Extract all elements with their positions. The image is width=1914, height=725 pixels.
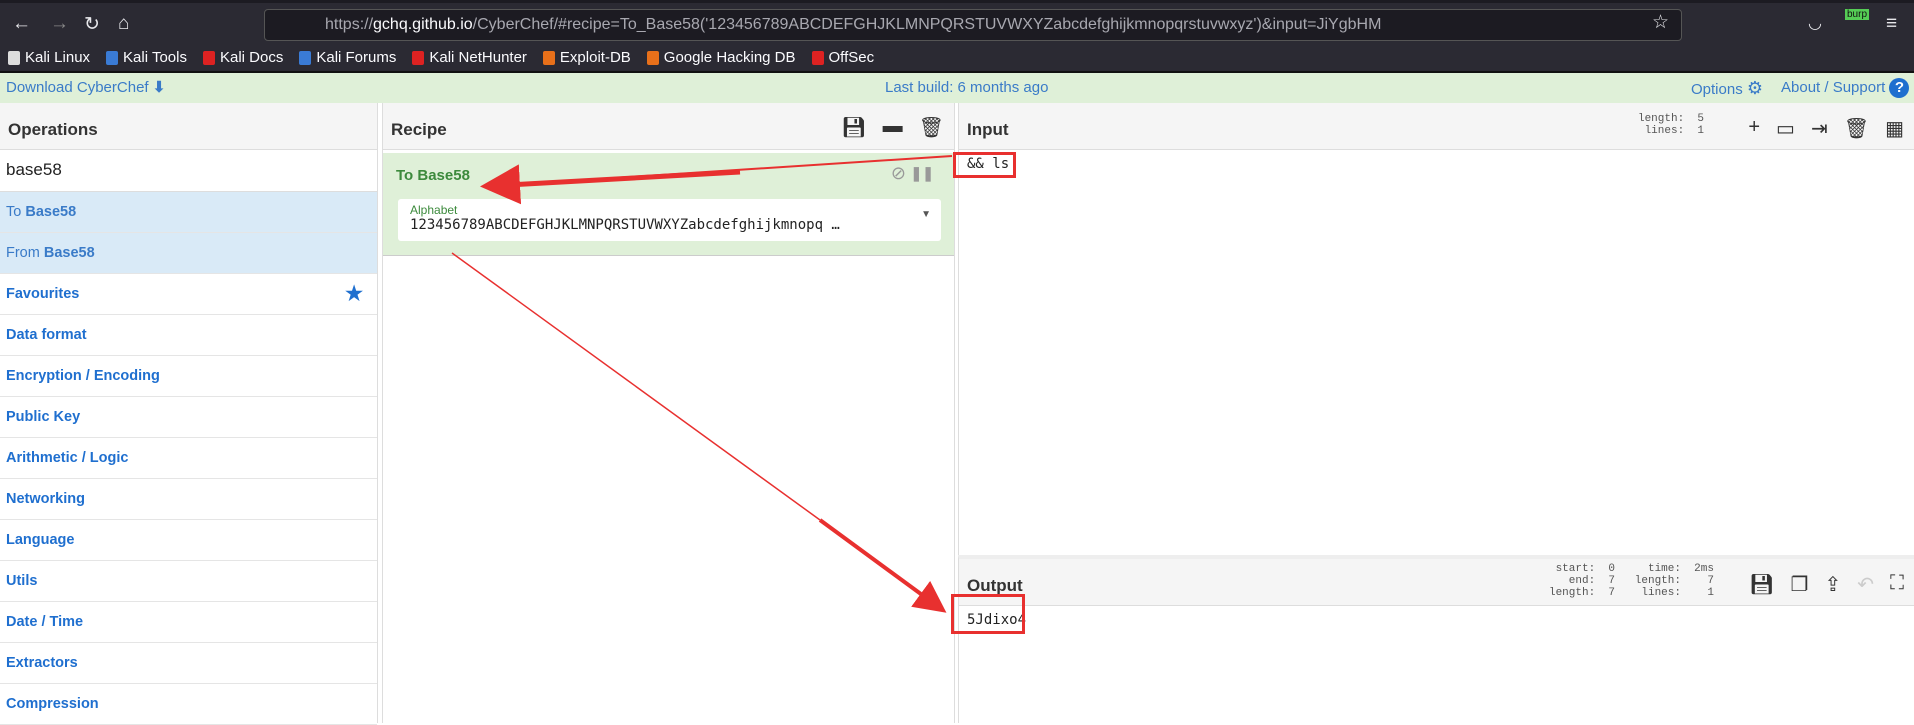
category-item[interactable]: Encryption / Encoding — [0, 356, 377, 397]
annotation-box-input — [953, 152, 1016, 178]
annotation-box-output — [951, 594, 1025, 634]
folder-icon[interactable]: ▬ — [883, 115, 903, 140]
category-item[interactable]: Date / Time — [0, 602, 377, 643]
disable-icon[interactable]: ⊘ — [891, 163, 906, 184]
bookmark[interactable]: OffSec — [811, 49, 874, 66]
layout-icon[interactable]: ▦ — [1885, 116, 1904, 141]
add-tab-icon[interactable]: + — [1748, 116, 1760, 141]
bookmark[interactable]: Kali Tools — [106, 49, 187, 66]
pause-icon[interactable]: ❚❚ — [911, 165, 934, 182]
op-to-base58[interactable]: To Base58 — [0, 192, 377, 233]
address-bar[interactable]: https://gchq.github.io/CyberChef/#recipe… — [264, 9, 1682, 41]
home-icon[interactable]: ⌂ — [118, 13, 129, 35]
operations-panel: Operations base58 To Base58 From Base58 … — [0, 103, 378, 725]
input-title: Input — [967, 120, 1009, 139]
chevron-down-icon[interactable]: ▼ — [921, 209, 931, 220]
burp-extension-icon[interactable]: burp — [1845, 9, 1870, 20]
trash-icon[interactable]: 🗑︎ — [919, 115, 944, 140]
options-link[interactable]: Options ⚙ — [1691, 73, 1763, 105]
output-title: Output — [967, 576, 1023, 595]
back-icon[interactable]: ← — [12, 13, 31, 35]
open-file-icon[interactable]: ⇥ — [1811, 116, 1828, 141]
alphabet-label: Alphabet — [410, 203, 458, 217]
bookmark[interactable]: Kali NetHunter — [412, 49, 527, 66]
output-stats: start: 0 time: 2ms end: 7 length: 7 leng… — [1548, 563, 1714, 599]
last-build-text: Last build: 6 months ago — [885, 79, 1049, 96]
category-item[interactable]: Compression — [0, 684, 377, 725]
output-text: 5Jdixo4 — [967, 612, 1027, 628]
category-item[interactable]: Arithmetic / Logic — [0, 438, 377, 479]
top-banner: Download CyberChef ⬇ Last build: 6 month… — [0, 73, 1914, 103]
input-textarea[interactable]: && ls — [959, 150, 1914, 178]
bookmark[interactable]: Exploit-DB — [542, 49, 631, 66]
menu-icon[interactable]: ≡ — [1886, 13, 1897, 35]
alphabet-select[interactable]: Alphabet 123456789ABCDEFGHJKLMNPQRSTUVWX… — [398, 199, 941, 241]
input-stats: length: 5 lines: 1 — [1637, 113, 1704, 137]
category-item[interactable]: Data format — [0, 315, 377, 356]
gear-icon: ⚙ — [1746, 78, 1764, 98]
output-panel: Output start: 0 time: 2ms end: 7 length:… — [958, 555, 1914, 723]
bookmark[interactable]: Kali Linux — [8, 49, 90, 66]
copy-icon[interactable]: ❐ — [1791, 572, 1809, 597]
pocket-icon[interactable]: ◡ — [1808, 13, 1822, 33]
save-icon[interactable]: 💾︎ — [1749, 572, 1774, 597]
alphabet-value: 123456789ABCDEFGHJKLMNPQRSTUVWXYZabcdefg… — [410, 217, 840, 233]
bookmark-star-icon[interactable]: ☆ — [1652, 11, 1669, 34]
category-item[interactable]: Public Key — [0, 397, 377, 438]
recipe-operation[interactable]: To Base58 ⊘ ❚❚ Alphabet 123456789ABCDEFG… — [383, 153, 954, 256]
about-link[interactable]: About / Support ? — [1781, 73, 1910, 103]
trash-icon[interactable]: 🗑︎ — [1844, 116, 1869, 141]
forward-icon[interactable]: → — [50, 13, 69, 35]
bookmarks-bar: Kali Linux Kali Tools Kali Docs Kali For… — [0, 44, 1914, 73]
operations-search-input[interactable]: base58 — [0, 150, 377, 192]
recipe-panel: Recipe 💾︎ ▬ 🗑︎ To Base58 ⊘ ❚❚ Alphabet 123… — [382, 103, 955, 723]
category-item[interactable]: Networking — [0, 479, 377, 520]
input-panel: Input length: 5 lines: 1 + ▭ ⇥ 🗑︎ ▦ && ls — [958, 103, 1914, 555]
operations-title: Operations — [0, 103, 377, 150]
fullscreen-icon[interactable]: ⛶ — [1890, 572, 1904, 597]
star-icon: ★ — [345, 283, 363, 305]
category-item[interactable]: Utils — [0, 561, 377, 602]
save-icon[interactable]: 💾︎ — [841, 115, 866, 140]
recipe-title: Recipe — [391, 120, 447, 139]
undo-icon[interactable]: ↶ — [1857, 572, 1874, 597]
category-favourites[interactable]: Favourites ★ — [0, 274, 377, 315]
download-icon: ⬇ — [152, 79, 166, 96]
bookmark[interactable]: Kali Docs — [202, 49, 283, 66]
op-from-base58[interactable]: From Base58 — [0, 233, 377, 274]
replace-input-icon[interactable]: ⇪ — [1824, 572, 1841, 597]
browser-toolbar: ← → ↻ ⌂ https://gchq.github.io/CyberChef… — [0, 0, 1914, 44]
help-icon: ? — [1889, 78, 1910, 98]
operation-name: To Base58 — [396, 167, 470, 184]
open-folder-icon[interactable]: ▭ — [1776, 116, 1795, 141]
bookmark[interactable]: Kali Forums — [299, 49, 396, 66]
reload-icon[interactable]: ↻ — [84, 13, 100, 36]
download-link[interactable]: Download CyberChef ⬇ — [6, 73, 165, 103]
category-item[interactable]: Extractors — [0, 643, 377, 684]
category-item[interactable]: Language — [0, 520, 377, 561]
bookmark[interactable]: Google Hacking DB — [646, 49, 796, 66]
